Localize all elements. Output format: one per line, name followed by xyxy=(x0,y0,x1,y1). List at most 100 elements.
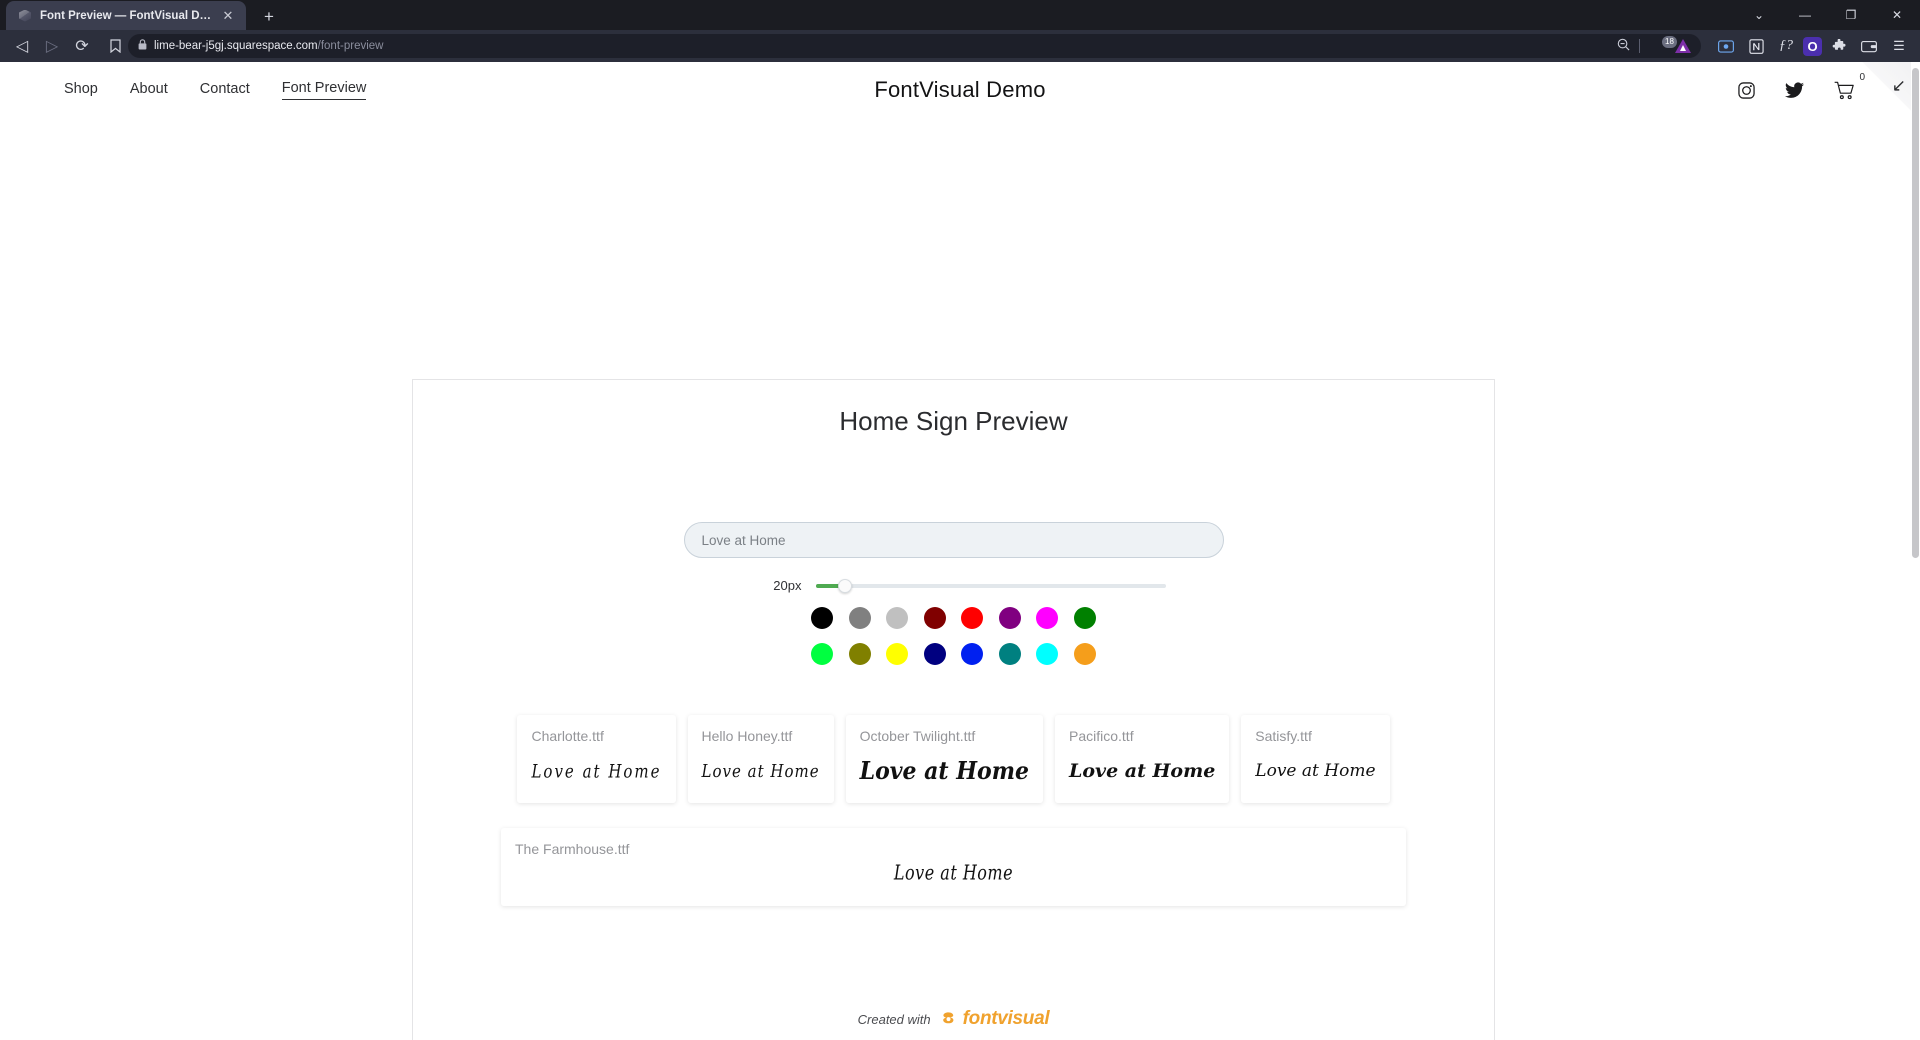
slider-thumb[interactable] xyxy=(837,578,852,593)
fontvisual-mark-icon xyxy=(942,1011,954,1023)
nav-item-contact[interactable]: Contact xyxy=(200,81,250,100)
font-finder-extension-icon[interactable]: ƒ? xyxy=(1773,34,1799,58)
footer-credit: Created with fontvisual xyxy=(413,1008,1494,1030)
page-viewport: Shop About Contact Font Preview FontVisu… xyxy=(0,62,1920,1040)
font-sample-text: Love at Home xyxy=(859,755,1029,786)
brave-shields-icon[interactable]: 18 xyxy=(1649,35,1677,55)
font-card[interactable]: Charlotte.ttf Love at Home xyxy=(517,715,676,803)
color-swatch-yellow[interactable] xyxy=(886,643,909,665)
cube-icon xyxy=(18,9,32,23)
tab-search-button[interactable]: ⌄ xyxy=(1736,0,1782,30)
color-swatch-teal[interactable] xyxy=(998,643,1021,665)
nav-item-font-preview[interactable]: Font Preview xyxy=(281,80,367,100)
font-sample-text: Love at Home xyxy=(1069,759,1216,782)
nav-item-about[interactable]: About xyxy=(130,81,168,100)
font-sample-text: Love at Home xyxy=(1255,760,1376,781)
font-card[interactable]: Hello Honey.ttf Love at Home xyxy=(687,715,834,803)
font-file-name: Satisfy.ttf xyxy=(1255,728,1312,744)
fontvisual-logo[interactable]: fontvisual xyxy=(939,1008,1050,1030)
notion-extension-icon[interactable] xyxy=(1743,34,1769,58)
instagram-icon[interactable] xyxy=(1738,81,1755,99)
font-card[interactable]: October Twilight.ttf Love at Home xyxy=(845,715,1043,803)
toolbar-divider xyxy=(1639,39,1640,53)
new-tab-button[interactable]: + xyxy=(258,8,280,25)
cart-count-badge: 0 xyxy=(1859,71,1865,83)
maximize-button[interactable]: ❐ xyxy=(1828,0,1874,30)
font-size-control: 20px xyxy=(413,578,1494,593)
address-bar-actions: 18 xyxy=(1617,35,1691,55)
color-swatch-gray[interactable] xyxy=(848,607,871,629)
color-swatch-olive[interactable] xyxy=(848,643,871,665)
color-swatch-aqua[interactable] xyxy=(1036,643,1059,665)
zoom-out-icon[interactable] xyxy=(1617,38,1630,54)
font-card[interactable]: Pacifico.ttf Love at Home xyxy=(1055,715,1230,803)
font-file-name: Charlotte.ttf xyxy=(531,728,604,744)
font-size-slider[interactable] xyxy=(815,578,1166,593)
color-swatch-grid xyxy=(804,607,1104,665)
url-host: lime-bear-j5gj.squarespace.com xyxy=(154,40,318,52)
extensions-puzzle-icon[interactable] xyxy=(1826,34,1852,58)
triangle-extension-icon[interactable] xyxy=(1675,39,1691,53)
lock-icon xyxy=(138,39,147,53)
close-tab-button[interactable]: ✕ xyxy=(220,9,236,22)
color-swatch-navy[interactable] xyxy=(923,643,946,665)
opera-extension-icon[interactable]: O xyxy=(1803,36,1822,56)
back-button[interactable]: ◁ xyxy=(8,33,36,59)
font-file-name: The Farmhouse.ttf xyxy=(515,841,630,857)
font-sample-text: Love at Home xyxy=(893,860,1014,885)
browser-toolbar: ◁ ▷ ⟳ lime-bear-j5gj.squarespace.com/fon… xyxy=(0,30,1920,62)
window-controls: ⌄ — ❐ ✕ xyxy=(1736,0,1920,30)
nav-item-shop[interactable]: Shop xyxy=(64,81,98,100)
screen-recorder-icon[interactable] xyxy=(1713,34,1739,58)
fontvisual-wordmark: fontvisual xyxy=(962,1008,1050,1029)
font-file-name: Pacifico.ttf xyxy=(1069,728,1134,744)
font-card-wide[interactable]: The Farmhouse.ttf Love at Home xyxy=(501,828,1406,906)
font-card[interactable]: Satisfy.ttf Love at Home xyxy=(1241,715,1390,803)
color-swatch-orange[interactable] xyxy=(1073,643,1096,665)
color-swatch-black[interactable] xyxy=(811,607,834,629)
tab-title: Font Preview — FontVisual Demo xyxy=(40,9,212,22)
site-header: Shop About Contact Font Preview FontVisu… xyxy=(0,62,1920,124)
sign-text-input[interactable]: Love at Home xyxy=(683,522,1224,558)
font-file-name: Hello Honey.ttf xyxy=(701,728,793,744)
url-text: lime-bear-j5gj.squarespace.com/font-prev… xyxy=(154,40,383,52)
site-nav: Shop About Contact Font Preview xyxy=(64,80,367,100)
close-window-button[interactable]: ✕ xyxy=(1874,0,1920,30)
site-header-actions: 0 xyxy=(1738,72,1865,100)
browser-menu-icon[interactable]: ☰ xyxy=(1886,34,1912,58)
color-swatch-purple[interactable] xyxy=(998,607,1021,629)
page-body: Home Sign Preview Love at Home 20px Char… xyxy=(0,118,1920,1040)
scrollbar-thumb[interactable] xyxy=(1912,68,1919,558)
font-file-name: October Twilight.ttf xyxy=(859,728,976,744)
font-size-label: 20px xyxy=(773,578,802,593)
color-swatch-blue[interactable] xyxy=(961,643,984,665)
bookmark-icon[interactable] xyxy=(102,34,128,58)
font-sample-text: Love at Home xyxy=(531,759,662,782)
minimize-button[interactable]: — xyxy=(1782,0,1828,30)
browser-window: Font Preview — FontVisual Demo ✕ + ⌄ — ❐… xyxy=(0,0,1920,1040)
font-card-grid: Charlotte.ttf Love at Home Hello Honey.t… xyxy=(413,715,1494,803)
color-swatch-maroon[interactable] xyxy=(923,607,946,629)
tab-strip: Font Preview — FontVisual Demo ✕ + ⌄ — ❐… xyxy=(0,0,1920,30)
preview-card: Home Sign Preview Love at Home 20px Char… xyxy=(412,379,1495,1040)
address-bar[interactable]: lime-bear-j5gj.squarespace.com/font-prev… xyxy=(128,34,1701,58)
font-sample-text: Love at Home xyxy=(701,760,820,781)
twitter-icon[interactable] xyxy=(1785,81,1804,99)
forward-button[interactable]: ▷ xyxy=(38,33,66,59)
credit-text: Created with xyxy=(857,1011,931,1027)
color-swatch-magenta[interactable] xyxy=(1036,607,1059,629)
page-scrollbar[interactable] xyxy=(1911,62,1920,1040)
page-title: Home Sign Preview xyxy=(839,406,1068,436)
wallet-icon[interactable] xyxy=(1856,34,1882,58)
reload-button[interactable]: ⟳ xyxy=(68,33,96,59)
editor-collapse-arrow-icon[interactable]: ↙ xyxy=(1892,76,1906,96)
browser-tab[interactable]: Font Preview — FontVisual Demo ✕ xyxy=(6,1,246,30)
color-swatch-lime[interactable] xyxy=(811,643,834,665)
cart-button[interactable]: 0 xyxy=(1834,72,1865,100)
color-swatch-red[interactable] xyxy=(961,607,984,629)
address-bar-region: lime-bear-j5gj.squarespace.com/font-prev… xyxy=(102,34,1701,58)
color-swatch-green[interactable] xyxy=(1073,607,1096,629)
color-swatch-silver[interactable] xyxy=(886,607,909,629)
extension-toolbar: ƒ? O ☰ xyxy=(1713,34,1912,58)
url-path: /font-preview xyxy=(317,40,384,52)
